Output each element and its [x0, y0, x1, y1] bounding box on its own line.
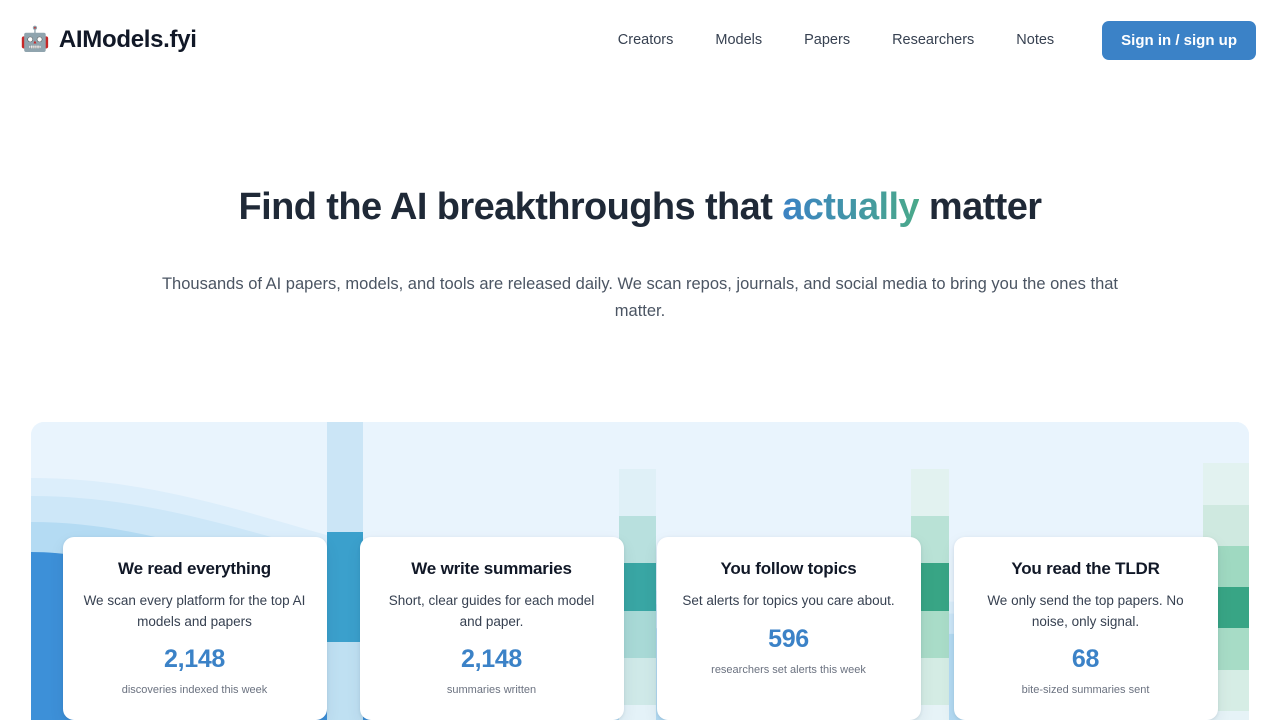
card-stat-value: 596: [768, 624, 809, 653]
nav-item-notes[interactable]: Notes: [995, 24, 1075, 56]
feature-card: We write summaries Short, clear guides f…: [359, 537, 624, 720]
card-description: Short, clear guides for each model and p…: [388, 593, 595, 629]
card-title: We read everything: [118, 559, 271, 578]
card-title: You read the TLDR: [1011, 559, 1160, 578]
site-header: 🤖 AIModels.fyi Creators Models Papers Re…: [0, 0, 1280, 80]
brand-name: AIModels.fyi: [58, 26, 197, 53]
hero-subtitle: Thousands of AI papers, models, and tool…: [161, 274, 1119, 320]
card-title: We write summaries: [411, 559, 572, 578]
robot-icon: 🤖: [20, 26, 50, 53]
card-stat-label: discoveries indexed this week: [121, 684, 268, 697]
card-description: We scan every platform for the top AI mo…: [83, 593, 306, 629]
band-segment: [1203, 422, 1249, 464]
card-title: You follow topics: [720, 559, 857, 578]
card-stat-label: researchers set alerts this week: [711, 663, 866, 676]
band-segment: [1203, 463, 1249, 505]
card-description: We only send the top papers. No noise, o…: [987, 593, 1184, 629]
feature-cards-row: We read everything We scan every platfor…: [0, 537, 1280, 720]
band-segment: [327, 422, 363, 532]
hero-title-before: Find the AI breakthroughs that: [238, 186, 783, 228]
band-segment: [619, 469, 656, 517]
feature-card: You follow topics Set alerts for topics …: [656, 537, 921, 720]
card-stat-label: summaries written: [446, 684, 537, 697]
card-stat-value: 2,148: [460, 645, 523, 674]
card-stat-label: bite-sized summaries sent: [1021, 684, 1150, 697]
hero-title-after: matter: [918, 186, 1042, 228]
card-stat-value: 2,148: [163, 645, 226, 674]
sign-in-button[interactable]: Sign in / sign up: [1102, 20, 1256, 60]
nav-item-creators[interactable]: Creators: [597, 24, 695, 56]
band-segment: [911, 422, 949, 470]
hero-section: Find the AI breakthroughs that actually …: [0, 80, 1280, 325]
nav-item-models[interactable]: Models: [694, 24, 783, 56]
feature-card: You read the TLDR We only send the top p…: [953, 537, 1218, 720]
nav-item-papers[interactable]: Papers: [783, 24, 871, 56]
brand-logo-link[interactable]: 🤖 AIModels.fyi: [20, 26, 197, 54]
band-segment: [619, 422, 656, 470]
page-title: Find the AI breakthroughs that actually …: [0, 186, 1280, 230]
main-navigation: Creators Models Papers Researchers Notes…: [597, 20, 1256, 60]
feature-card: We read everything We scan every platfor…: [62, 537, 327, 720]
hero-title-accent: actually: [782, 186, 919, 228]
nav-item-researchers[interactable]: Researchers: [871, 24, 995, 56]
card-description: Set alerts for topics you care about.: [682, 593, 895, 608]
card-stat-value: 68: [1071, 645, 1100, 674]
band-segment: [911, 469, 949, 517]
